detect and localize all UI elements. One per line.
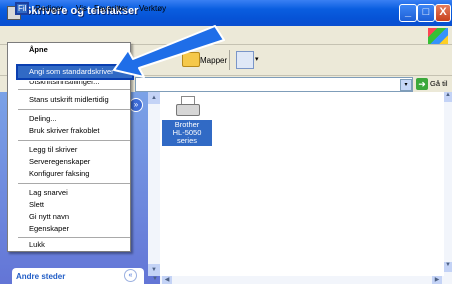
menu-item-offline[interactable]: Bruk skriver frakoblet [29, 126, 99, 135]
tasks-scrollbar[interactable] [148, 92, 160, 276]
menu-item-properties[interactable]: Egenskaper [29, 224, 69, 233]
folders-icon[interactable] [182, 52, 200, 67]
go-arrow-icon[interactable]: ➜ [416, 78, 428, 90]
menu-separator [18, 89, 130, 90]
menu-item-delete[interactable]: Slett [29, 200, 44, 209]
toolbar-separator [229, 50, 230, 70]
menu-item-add-printer[interactable]: Legg til skriver [29, 145, 77, 154]
menu-item-rename[interactable]: Gi nytt navn [29, 212, 69, 221]
menu-view[interactable]: Vis [76, 4, 87, 13]
menu-item-configure-fax[interactable]: Konfigurer faksing [29, 169, 89, 178]
printer-icon[interactable] [176, 96, 200, 116]
content-scroll-down-icon[interactable]: ▼ [444, 262, 452, 272]
menu-separator [18, 140, 130, 141]
menu-item-server-properties[interactable]: Serveregenskaper [29, 157, 90, 166]
menu-item-open[interactable]: Åpne [29, 45, 48, 54]
menu-edit[interactable]: Rediger [35, 4, 63, 13]
expand-icon[interactable]: « [124, 269, 137, 282]
menu-item-sharing[interactable]: Deling... [29, 114, 57, 123]
content-scrollbar[interactable] [444, 92, 452, 276]
menu-tools[interactable]: Verktøy [139, 4, 166, 13]
menu-separator [18, 109, 130, 110]
horizontal-scrollbar[interactable] [160, 276, 452, 284]
menu-item-close[interactable]: Lukk [29, 240, 45, 249]
menu-file[interactable]: Fil [14, 2, 30, 15]
other-places-title[interactable]: Andre steder [16, 272, 65, 281]
printer-body [176, 104, 200, 116]
windows-logo-icon [428, 28, 448, 44]
scroll-down-icon[interactable]: ▼ [148, 264, 160, 276]
scroll-right-icon[interactable]: ▶ [432, 276, 442, 284]
menu-item-set-default[interactable]: Angi som standardskriver [16, 64, 134, 80]
address-dropdown-icon[interactable]: ▾ [400, 79, 412, 91]
menu-item-pause[interactable]: Stans utskrift midlertidig [29, 95, 109, 104]
menu-item-create-shortcut[interactable]: Lag snarvei [29, 188, 68, 197]
printer-model: HL-5050 series [172, 128, 202, 145]
scroll-up-icon[interactable]: ▲ [148, 92, 160, 104]
address-input[interactable] [135, 77, 413, 92]
maximize-button[interactable]: □ [417, 4, 435, 22]
close-button[interactable]: X [435, 4, 451, 22]
pane-scroll-down-icon[interactable]: ▼ [152, 276, 160, 284]
content-scroll-up-icon[interactable]: ▲ [444, 92, 452, 102]
menu-separator [18, 237, 130, 238]
chevron-down-icon[interactable]: ▾ [255, 55, 259, 63]
file-menu: Åpne Angi som standardskriver Utskriftsi… [7, 42, 134, 252]
menu-item-printing-preferences[interactable]: Utskriftsinnstillinger... [29, 81, 99, 86]
minimize-button[interactable]: _ [399, 4, 417, 22]
menu-favorites[interactable]: Favoritter [94, 4, 128, 13]
views-icon[interactable] [236, 51, 254, 69]
collapse-icon[interactable]: » [129, 98, 143, 112]
go-button[interactable]: Gå til [430, 79, 448, 88]
folders-button[interactable]: Mapper [200, 56, 227, 65]
printer-item-label[interactable]: Brother HL-5050 series [162, 120, 212, 146]
scroll-left-icon[interactable]: ◀ [162, 276, 172, 284]
menu-separator [18, 183, 130, 184]
explorer-window: Skrivere og telefakser _ □ X Fil Rediger… [0, 0, 452, 284]
